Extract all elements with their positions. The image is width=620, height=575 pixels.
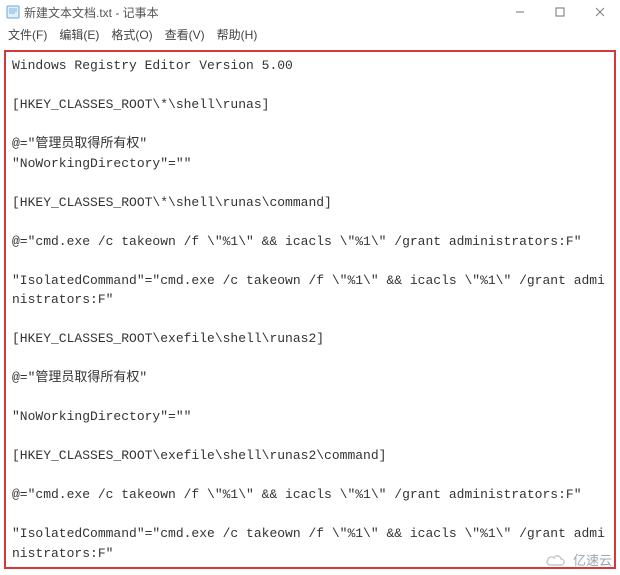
editor-highlight-frame: Windows Registry Editor Version 5.00 [HK… <box>4 50 616 569</box>
notepad-icon <box>6 5 20 19</box>
window-controls <box>514 6 606 18</box>
close-button[interactable] <box>594 6 606 18</box>
text-editor-content[interactable]: Windows Registry Editor Version 5.00 [HK… <box>6 52 614 567</box>
menubar: 文件(F) 编辑(E) 格式(O) 查看(V) 帮助(H) <box>0 24 620 48</box>
titlebar: 新建文本文档.txt - 记事本 <box>0 0 620 24</box>
menu-view[interactable]: 查看(V) <box>165 26 205 43</box>
minimize-button[interactable] <box>514 6 526 18</box>
menu-format[interactable]: 格式(O) <box>111 26 152 43</box>
menu-edit[interactable]: 编辑(E) <box>59 26 99 43</box>
menu-help[interactable]: 帮助(H) <box>217 26 258 43</box>
window-title: 新建文本文档.txt - 记事本 <box>24 4 514 21</box>
maximize-button[interactable] <box>554 6 566 18</box>
menu-file[interactable]: 文件(F) <box>8 26 47 43</box>
